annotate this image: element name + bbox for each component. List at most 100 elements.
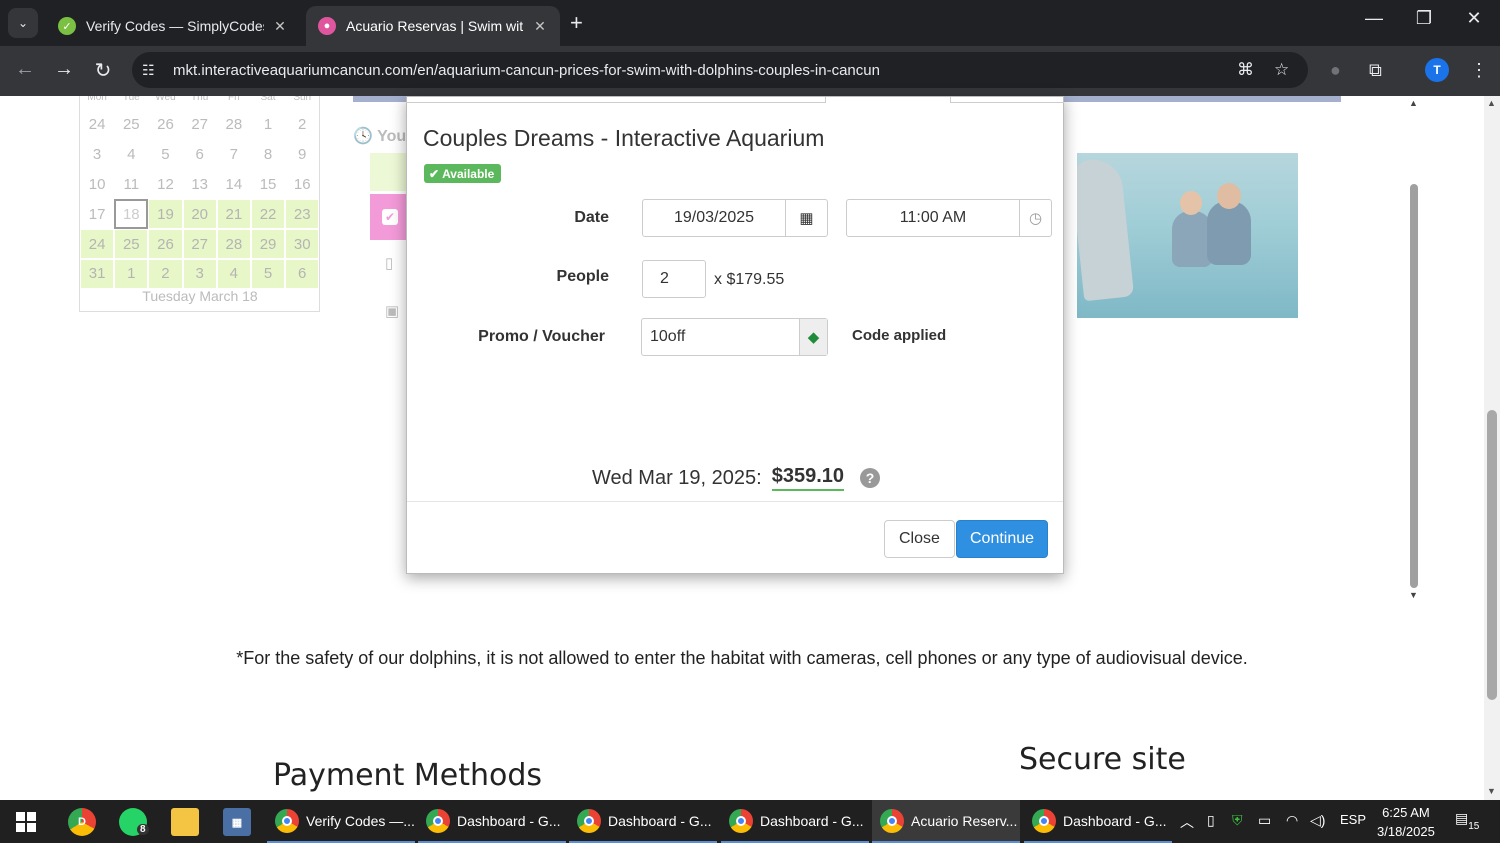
calendar-day[interactable]: 20 — [182, 199, 217, 230]
time-value: 11:00 AM — [899, 209, 967, 226]
calendar-day[interactable]: 28 — [216, 229, 251, 259]
continue-button[interactable]: Continue — [956, 520, 1048, 558]
restore-icon[interactable]: ❐ — [1409, 8, 1439, 29]
extensions-icon[interactable]: ⧉ — [1369, 60, 1382, 81]
tab-search-button[interactable]: ⌄ — [8, 8, 38, 38]
new-tab-plus-icon[interactable]: + — [570, 10, 583, 36]
calendar-day[interactable]: 3 — [182, 258, 217, 289]
chrome-icon — [275, 808, 299, 833]
scroll-down-icon[interactable]: ▼ — [1487, 786, 1496, 796]
security-shield-icon[interactable]: ⛨ — [1232, 812, 1243, 829]
tag-icon[interactable]: ◆ — [799, 319, 827, 355]
extension-puzzle-icon[interactable]: ● — [1330, 60, 1341, 81]
calendar-day[interactable]: 24 — [80, 229, 115, 259]
show-hidden-icons-chevron-icon[interactable]: ︿ — [1180, 812, 1194, 832]
scroll-up-icon[interactable]: ▲ — [1487, 98, 1496, 108]
close-window-icon[interactable]: ✕ — [1459, 8, 1489, 29]
translate-icon[interactable]: ⌘ — [1237, 60, 1254, 80]
page-scrollbar-thumb[interactable] — [1487, 410, 1497, 700]
calendar-day[interactable]: 22 — [250, 199, 286, 230]
booking-modal: Couples Dreams - Interactive Aquarium ✔ A… — [406, 96, 1064, 574]
close-tab-icon[interactable]: ✕ — [532, 18, 548, 35]
calendar-day[interactable]: 27 — [182, 229, 217, 259]
whatsapp-icon[interactable]: 8 — [119, 808, 149, 836]
taskbar-chrome-window[interactable]: Dashboard - G... — [418, 800, 566, 843]
calendar-day[interactable]: 25 — [114, 229, 149, 259]
calendar-icon[interactable]: ▦ — [785, 200, 827, 236]
option-green[interactable] — [370, 153, 410, 191]
notifications-icon[interactable]: ▤15 — [1455, 810, 1479, 832]
inner-scrollbar[interactable]: ▲ ▼ — [1406, 96, 1422, 602]
language-indicator[interactable]: ESP — [1340, 812, 1366, 827]
calendar-day[interactable]: 2 — [148, 258, 183, 289]
calendar-day[interactable]: 21 — [216, 199, 251, 230]
chrome-icon[interactable]: D — [68, 808, 96, 836]
back-arrow-icon[interactable]: ← — [12, 58, 38, 81]
calculator-icon[interactable]: ▦ — [223, 808, 251, 836]
taskbar-chrome-window[interactable]: Dashboard - G... — [569, 800, 717, 843]
time-input[interactable]: 11:00 AM ◷ — [846, 199, 1052, 237]
inner-scrollbar-thumb[interactable] — [1410, 184, 1418, 588]
calendar-day[interactable]: 23 — [285, 199, 320, 230]
clock-icon[interactable]: ◷ — [1019, 200, 1051, 236]
volume-icon[interactable]: ◁) — [1310, 812, 1325, 829]
usb-device-icon[interactable]: ▯ — [1207, 812, 1215, 829]
bookmark-star-icon[interactable]: ☆ — [1274, 60, 1289, 80]
calendar-day[interactable]: 5 — [250, 258, 286, 289]
forward-arrow-icon[interactable]: → — [51, 58, 77, 81]
total-line: Wed Mar 19, 2025: $359.10 ? — [407, 465, 1065, 491]
calendar-day[interactable]: 29 — [250, 229, 286, 259]
scroll-up-icon[interactable]: ▲ — [1409, 98, 1418, 108]
calendar-day: 25 — [114, 110, 149, 140]
close-tab-icon[interactable]: ✕ — [272, 18, 288, 35]
weekday-label: Thu — [191, 96, 209, 103]
system-clock[interactable]: 6:25 AM 3/18/2025 — [1377, 803, 1435, 841]
address-bar[interactable]: ☷ mkt.interactiveaquariumcancun.com/en/a… — [132, 52, 1308, 88]
payment-methods-heading: Payment Methods — [273, 758, 543, 793]
wifi-icon[interactable]: ◠ — [1286, 812, 1298, 829]
people-label: People — [556, 268, 609, 285]
calendar-day: 11 — [114, 169, 149, 200]
battery-icon[interactable]: ▭ — [1258, 812, 1271, 829]
calendar-day[interactable]: 26 — [148, 229, 183, 259]
tab-acuario-reservas[interactable]: ● Acuario Reservas | Swim with do ✕ — [306, 6, 560, 46]
calendar-day: 24 — [80, 110, 115, 140]
profile-avatar[interactable]: T — [1425, 58, 1449, 82]
minimize-icon[interactable]: — — [1359, 8, 1389, 29]
windows-start-icon[interactable] — [16, 812, 36, 832]
scroll-down-icon[interactable]: ▼ — [1409, 590, 1418, 600]
taskbar-chrome-window[interactable]: Dashboard - G... — [1024, 800, 1172, 843]
help-question-icon[interactable]: ? — [860, 468, 881, 488]
calendar-day[interactable]: 18 — [114, 199, 149, 230]
weekday-header: Mon Tue Wed Thu Fri Sat Sun — [80, 96, 320, 103]
calendar-day: 1 — [250, 110, 286, 140]
taskbar-chrome-window[interactable]: Verify Codes —... — [267, 800, 415, 843]
modal-title: Couples Dreams - Interactive Aquarium — [423, 125, 825, 151]
people-input[interactable]: 2 — [642, 260, 706, 298]
calendar-day[interactable]: 4 — [216, 258, 251, 289]
tab-title: Acuario Reservas | Swim with do — [346, 18, 524, 34]
promo-label: Promo / Voucher — [478, 328, 605, 345]
weekday-label: Tue — [122, 96, 140, 103]
option-selected[interactable]: ✔ — [370, 194, 410, 240]
calendar-day[interactable]: 31 — [80, 258, 115, 289]
taskbar-chrome-window[interactable]: Dashboard - G... — [721, 800, 869, 843]
promo-input[interactable]: 10off ◆ — [641, 318, 828, 356]
date-input[interactable]: 19/03/2025 ▦ — [642, 199, 828, 237]
availability-badge: ✔ Available — [424, 164, 502, 183]
close-button[interactable]: Close — [884, 520, 955, 558]
calendar-day[interactable]: 30 — [285, 229, 320, 259]
calendar-day[interactable]: 1 — [114, 258, 149, 289]
whatsapp-badge: 8 — [137, 824, 149, 835]
taskbar-window-title: Dashboard - G... — [760, 812, 864, 829]
calendar-day[interactable]: 6 — [285, 258, 320, 289]
file-explorer-icon[interactable] — [171, 808, 199, 836]
taskbar-chrome-window[interactable]: Acuario Reserv... — [872, 800, 1020, 843]
tab-verify-codes[interactable]: ✓ Verify Codes — SimplyCodes ✕ — [46, 6, 300, 46]
page-scrollbar[interactable]: ▲ ▼ — [1484, 96, 1500, 800]
reload-icon[interactable]: ↻ — [90, 58, 116, 83]
site-info-icon[interactable]: ☷ — [142, 62, 164, 79]
calendar-day[interactable]: 19 — [148, 199, 183, 230]
clock-icon: 🕓 — [353, 128, 378, 145]
menu-kebab-icon[interactable]: ⋮ — [1470, 60, 1488, 81]
